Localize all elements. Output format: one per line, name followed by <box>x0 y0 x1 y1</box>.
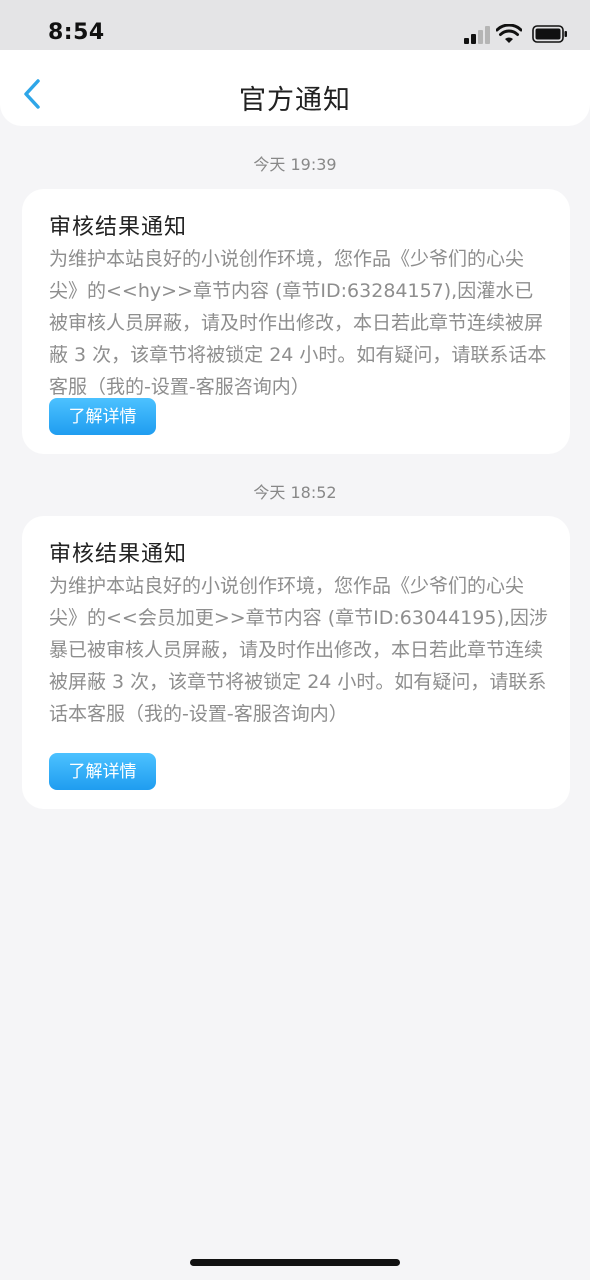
battery-icon <box>532 25 567 43</box>
notification-timestamp: 今天 18:52 <box>253 483 337 502</box>
notification-card: 审核结果通知 为维护本站良好的小说创作环境，您作品《少爷们的心尖尖》的<<hy>… <box>22 189 570 454</box>
signal-icon <box>464 26 490 44</box>
notification-timestamp: 今天 19:39 <box>253 155 337 174</box>
wifi-icon <box>496 24 522 43</box>
notification-card: 审核结果通知 为维护本站良好的小说创作环境，您作品《少爷们的心尖尖》的<<会员加… <box>22 516 570 809</box>
notification-title: 审核结果通知 <box>49 542 188 567</box>
status-bar: 8:54 <box>0 0 590 52</box>
status-time: 8:54 <box>48 20 105 45</box>
page-title: 官方通知 <box>239 85 351 116</box>
notification-body: 为维护本站良好的小说创作环境，您作品《少爷们的心尖尖》的<<会员加更>>章节内容… <box>49 575 548 725</box>
notification-body: 为维护本站良好的小说创作环境，您作品《少爷们的心尖尖》的<<hy>>章节内容 (… <box>49 248 547 398</box>
notification-title: 审核结果通知 <box>49 215 188 240</box>
nav-bar: 官方通知 <box>0 50 590 126</box>
status-icons <box>458 24 568 44</box>
learn-more-button[interactable]: 了解详情 <box>49 753 156 790</box>
learn-more-button[interactable]: 了解详情 <box>49 398 156 435</box>
home-indicator <box>190 1259 400 1266</box>
